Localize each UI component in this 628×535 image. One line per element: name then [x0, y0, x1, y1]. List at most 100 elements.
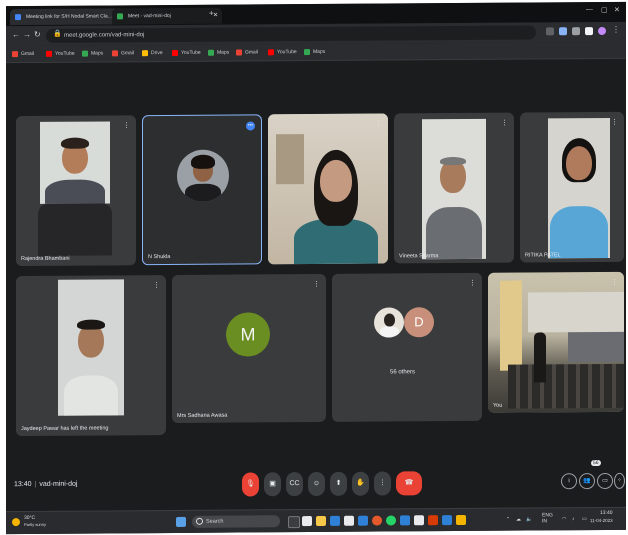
app-icon[interactable] — [414, 515, 424, 526]
participant-name: Jaydeep Pawar has left the meeting — [21, 425, 109, 433]
battery-icon[interactable]: ▭ — [582, 516, 587, 522]
app-icon[interactable] — [442, 515, 452, 526]
close-window-icon[interactable]: ✕ — [614, 6, 620, 14]
bookmark-item[interactable]: YouTube — [172, 48, 201, 58]
more-options-icon[interactable]: ⋮ — [153, 281, 160, 289]
bookmark-label: Drive — [151, 50, 163, 57]
more-options-icon[interactable]: ⋮ — [375, 120, 382, 128]
participant-name: You — [493, 402, 503, 409]
maximize-icon[interactable]: ▢ — [601, 6, 608, 14]
bookmark-item[interactable]: Maps — [82, 48, 103, 58]
address-bar[interactable]: 🔒 meet.google.com/vad-mini-doj — [46, 25, 536, 43]
raise-hand-icon[interactable]: ✋ — [352, 471, 369, 496]
tab-meet[interactable]: Meet - vad-mini-doj ✕ — [112, 7, 222, 25]
tray-chevron-icon[interactable]: ⌃ — [506, 517, 510, 523]
bookmark-icon — [46, 50, 52, 57]
app-icon[interactable] — [456, 514, 466, 526]
activities-icon[interactable]: ⁘ — [614, 472, 625, 489]
bookmark-icon — [12, 51, 18, 58]
weather-temp: 30°C — [24, 514, 36, 522]
bookmark-label: YouTube — [181, 49, 201, 56]
language-indicator[interactable]: ENG IN — [542, 512, 553, 524]
powerpoint-icon[interactable] — [428, 515, 438, 526]
camera-indicator-icon[interactable] — [546, 27, 554, 36]
back-icon[interactable]: ← — [12, 30, 20, 39]
participant-tile[interactable]: ⋮ RITIKA PATEL — [520, 111, 624, 263]
chat-icon[interactable]: ▭ — [597, 472, 613, 490]
tab-title: Meet - vad-mini-doj — [128, 13, 171, 20]
participant-video — [268, 113, 388, 265]
mic-off-icon[interactable]: 🎙 — [242, 472, 259, 497]
bookmark-star-icon[interactable] — [572, 27, 580, 36]
bookmark-label: Maps — [217, 49, 230, 56]
bookmark-item[interactable]: YouTube — [46, 49, 75, 59]
bookmark-item[interactable]: Maps — [208, 48, 229, 58]
taskbar-clock-date[interactable]: 11-04-2023 — [590, 518, 613, 523]
store-icon[interactable] — [344, 515, 354, 526]
participant-tile[interactable]: M ⋮ Mrs Sadhana Awasa — [172, 273, 326, 424]
participant-tile[interactable]: ⋮ Jaydeep Pawar has left the meeting — [16, 275, 166, 437]
teacher-figure — [534, 332, 546, 383]
bookmark-item[interactable]: Drive — [142, 48, 163, 58]
new-tab-button[interactable]: + — [209, 9, 214, 18]
more-options-icon[interactable]: ⋮ — [313, 280, 320, 288]
more-options-icon[interactable]: ⋮ — [374, 471, 391, 496]
edge-icon[interactable] — [330, 515, 340, 526]
self-view-tile[interactable]: ⋮ You — [488, 271, 624, 413]
word-icon[interactable] — [358, 515, 368, 526]
more-options-icon[interactable]: ⋮ — [611, 278, 618, 286]
screen: Meeting link for S/H Nodal Smart Cla... … — [6, 1, 626, 535]
more-options-icon[interactable]: ⋮ — [611, 118, 618, 126]
extensions-icon[interactable] — [585, 27, 593, 36]
camera-icon[interactable]: ▣ — [264, 472, 281, 497]
speaker-tray-icon[interactable]: 🔈 — [526, 516, 532, 522]
forward-icon[interactable]: → — [23, 30, 31, 39]
bookmark-item[interactable]: Maps — [304, 47, 325, 57]
participant-tile[interactable]: ⋮ Rajendra Bhambani — [16, 115, 136, 267]
person-body — [38, 203, 112, 256]
reactions-icon[interactable]: ☺ — [308, 471, 325, 497]
chrome-icon[interactable] — [372, 515, 382, 526]
bookmark-icon — [236, 49, 242, 56]
captions-icon[interactable]: CC — [286, 472, 303, 497]
whatsapp-icon[interactable] — [386, 515, 396, 526]
bookmark-item[interactable]: YouTube — [268, 47, 297, 57]
weather-icon — [12, 518, 20, 527]
more-options-icon[interactable]: ⋮ — [123, 121, 130, 129]
minimize-icon[interactable]: — — [586, 6, 593, 13]
others-tile[interactable]: D 56 others ⋮ — [332, 272, 482, 422]
share-icon[interactable] — [559, 27, 567, 36]
cloud-icon[interactable]: ☁ — [516, 517, 521, 523]
menu-icon[interactable]: ⋮ — [612, 25, 620, 34]
taskbar-search[interactable]: Search — [192, 515, 280, 528]
wifi-icon[interactable]: ◠ — [562, 516, 566, 522]
file-explorer-icon[interactable] — [316, 515, 326, 526]
present-icon[interactable]: ⬆ — [330, 471, 347, 496]
task-view-icon[interactable] — [288, 516, 300, 529]
meeting-code: vad-mini-doj — [39, 480, 78, 488]
participant-tile[interactable]: ⋮ Vineeta Sharma — [394, 112, 514, 264]
end-call-icon[interactable]: ☎ — [396, 471, 422, 496]
bookmark-item[interactable]: Gmail — [236, 47, 258, 57]
windows-start-icon[interactable] — [176, 516, 186, 527]
bookmark-item[interactable]: Gmail — [112, 48, 134, 58]
app-icon[interactable] — [400, 515, 410, 526]
more-options-icon[interactable]: ⋮ — [469, 279, 476, 287]
reload-icon[interactable]: ↻ — [34, 30, 41, 39]
chat-app-icon[interactable] — [302, 516, 312, 527]
participant-video — [58, 279, 124, 416]
more-options-icon[interactable]: ⋮ — [501, 119, 508, 127]
profile-avatar[interactable] — [598, 26, 606, 36]
participant-tile[interactable]: ⋮ — [268, 113, 388, 265]
person-hair — [191, 154, 215, 169]
people-icon[interactable]: 👥 — [579, 473, 595, 490]
person-hair — [440, 156, 466, 166]
tab-meeting-link[interactable]: Meeting link for S/H Nodal Smart Cla... … — [10, 8, 126, 26]
bookmark-item[interactable]: Gmail — [12, 49, 34, 59]
volume-icon[interactable]: ♪ — [572, 516, 575, 522]
bookmark-label: Gmail — [245, 49, 259, 56]
bookmark-label: Maps — [313, 48, 326, 56]
info-icon[interactable]: i — [561, 473, 577, 490]
participant-tile[interactable]: ••• N Shukla — [142, 114, 262, 266]
taskbar-clock-time[interactable]: 13:40 — [600, 510, 613, 516]
